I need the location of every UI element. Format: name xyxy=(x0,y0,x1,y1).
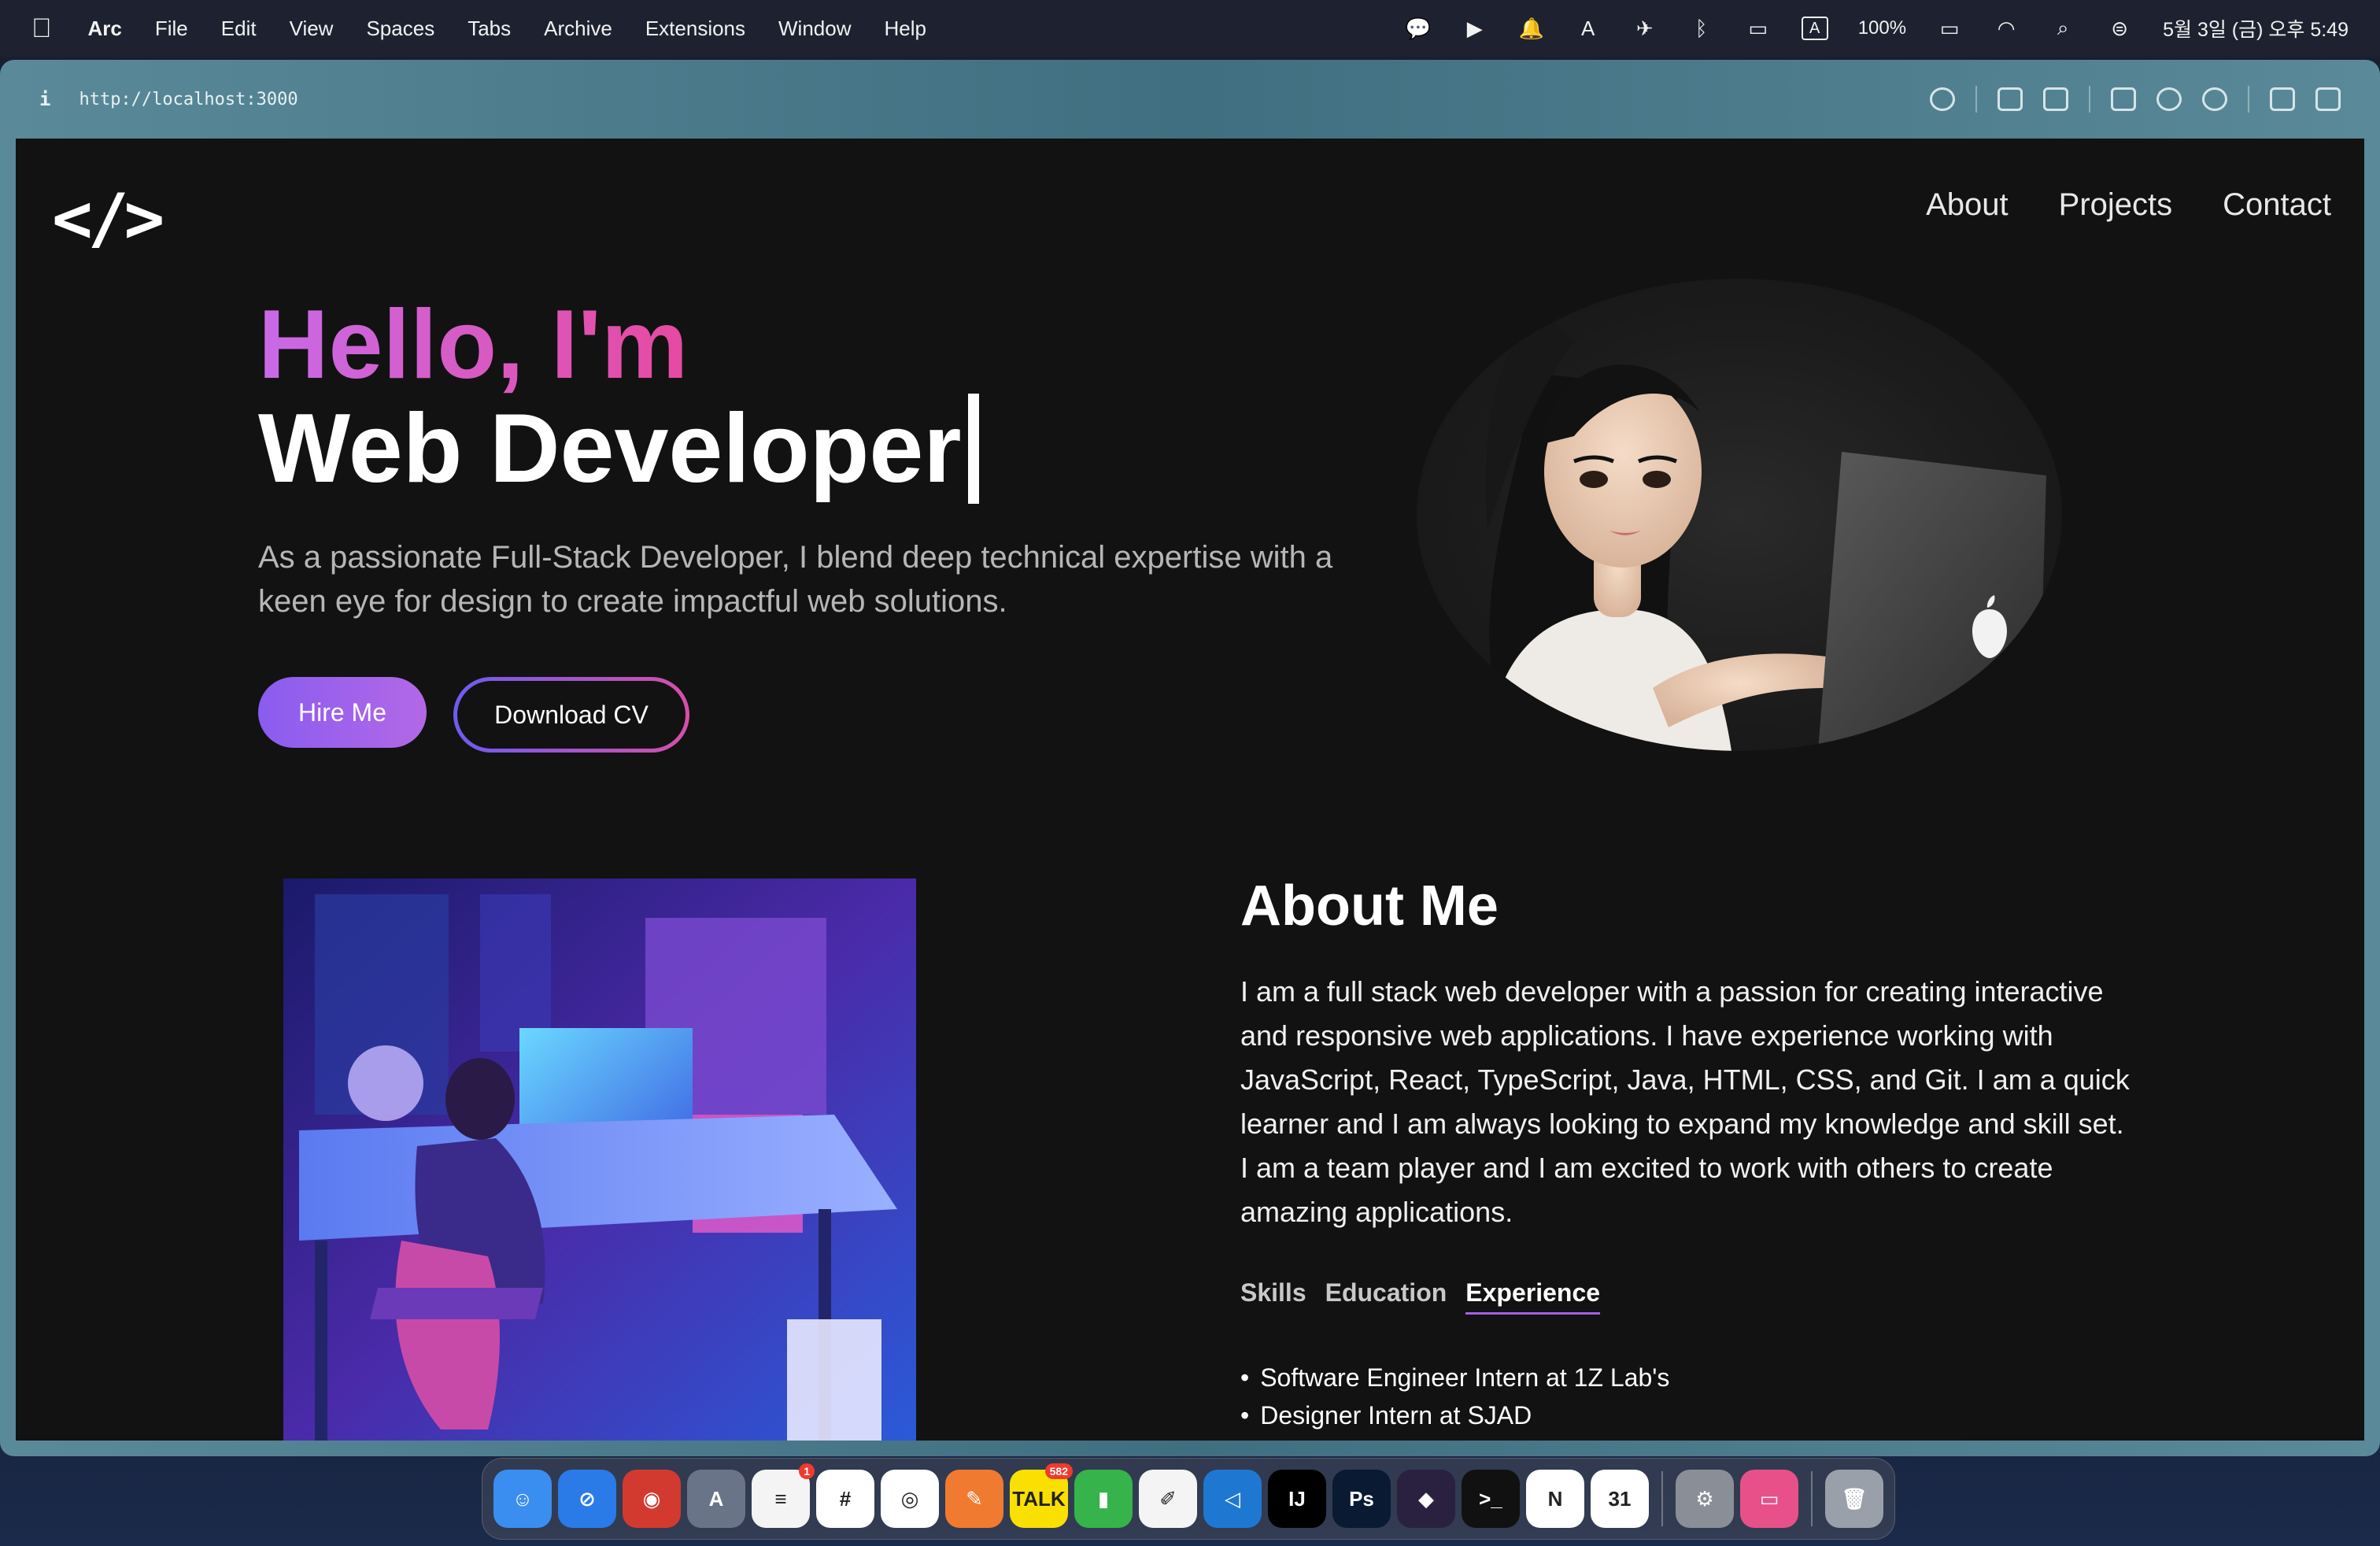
download-cv-label: Download CV xyxy=(457,681,686,749)
dock-divider xyxy=(1661,1471,1663,1526)
dock-badge: 582 xyxy=(1044,1463,1073,1479)
dock-safari-icon[interactable]: ⊘ xyxy=(558,1470,616,1528)
menu-window[interactable]: Window xyxy=(778,17,851,41)
split-view-icon[interactable] xyxy=(2315,87,2341,111)
control-center-icon[interactable]: ⊜ xyxy=(2106,17,2133,40)
nav-projects[interactable]: Projects xyxy=(2059,187,2173,223)
dock-freeform-icon[interactable]: ✐ xyxy=(1139,1470,1197,1528)
menu-app-name[interactable]: Arc xyxy=(88,17,122,41)
globe-icon[interactable] xyxy=(2156,87,2182,111)
tab-experience[interactable]: Experience xyxy=(1465,1278,1601,1315)
apple-menu-icon[interactable]:  xyxy=(31,13,52,44)
download-cv-button[interactable]: Download CV xyxy=(453,677,689,753)
developer-illustration xyxy=(283,878,916,1441)
web-page: </> About Projects Contact Hello, I'm We… xyxy=(16,139,2364,1441)
toolbar-divider xyxy=(2248,86,2249,113)
menu-extensions[interactable]: Extensions xyxy=(645,17,745,41)
spotlight-search-icon[interactable]: ⌕ xyxy=(2049,16,2076,40)
hero-avatar-image xyxy=(1417,279,2062,751)
experience-list: Software Engineer Intern at 1Z Lab's Des… xyxy=(1240,1359,2130,1434)
hire-me-button[interactable]: Hire Me xyxy=(258,677,427,748)
menu-help[interactable]: Help xyxy=(885,17,926,41)
toolbar-divider xyxy=(1975,86,1977,113)
url-bar[interactable]: i http://localhost:3000 xyxy=(16,60,2364,139)
dock-reminders-icon[interactable]: ≡ 1 xyxy=(752,1463,815,1528)
dock-system-settings-icon[interactable]: ⚙ xyxy=(1676,1470,1734,1528)
about-tabs: Skills Education Experience xyxy=(1240,1278,2130,1315)
nav-contact[interactable]: Contact xyxy=(2223,187,2331,223)
copy-link-icon[interactable] xyxy=(1930,87,1955,111)
font-status-icon[interactable]: A xyxy=(1575,17,1602,40)
menu-tabs[interactable]: Tabs xyxy=(468,17,511,41)
menu-spaces[interactable]: Spaces xyxy=(366,17,434,41)
dock-trash-icon[interactable]: 🗑 xyxy=(1825,1470,1883,1528)
dock-divider xyxy=(1811,1471,1813,1526)
screen-mirroring-icon[interactable]: ▭ xyxy=(1745,17,1772,40)
dock-slack-icon[interactable]: # xyxy=(816,1470,874,1528)
extensions-icon[interactable] xyxy=(2270,87,2295,111)
url-text[interactable]: http://localhost:3000 xyxy=(79,90,298,109)
menu-view[interactable]: View xyxy=(290,17,334,41)
dock-badge: 1 xyxy=(799,1463,815,1479)
about-image xyxy=(283,878,916,1441)
wifi-icon[interactable]: ◠ xyxy=(1993,17,2020,40)
menu-file[interactable]: File xyxy=(155,17,188,41)
camera-icon[interactable] xyxy=(2043,87,2068,111)
about-title: About Me xyxy=(1240,875,1499,938)
dock-intellij-icon[interactable]: IJ xyxy=(1268,1470,1326,1528)
play-status-icon[interactable]: ▶ xyxy=(1462,17,1488,40)
menu-edit[interactable]: Edit xyxy=(221,17,257,41)
dock-terminal-icon[interactable]: >_ xyxy=(1462,1470,1520,1528)
dock-chrome-icon[interactable]: ◎ xyxy=(881,1470,939,1528)
site-logo[interactable]: </> xyxy=(52,179,164,258)
nav-about[interactable]: About xyxy=(1926,187,2009,223)
hero-section: Hello, I'm Web Developer As a passionate… xyxy=(258,296,1360,753)
dock-photoshop-icon[interactable]: Ps xyxy=(1332,1470,1391,1528)
hero-role-text: Web Developer xyxy=(258,394,962,503)
browser-window: i http://localhost:3000 </> About Projec… xyxy=(0,60,2380,1456)
dock-calendar-icon[interactable]: 31 xyxy=(1591,1470,1649,1528)
dock-kakaotalk-icon[interactable]: TALK 582 xyxy=(1010,1463,1073,1528)
dock-photo-booth-icon[interactable]: ◉ xyxy=(623,1470,681,1528)
dock-finder-icon[interactable]: ☺ xyxy=(493,1470,552,1528)
menu-clock[interactable]: 5월 3일 (금) 오후 5:49 xyxy=(2163,14,2349,43)
about-section: About Me I am a full stack web developer… xyxy=(1240,871,2130,1434)
list-item: Designer Intern at SJAD xyxy=(1240,1396,2130,1434)
battery-percent[interactable]: 100% xyxy=(1858,17,1906,39)
dock-numbers-icon[interactable]: ▮ xyxy=(1074,1470,1133,1528)
toolbar-divider xyxy=(2089,86,2090,113)
dock-vscode-icon[interactable]: ◁ xyxy=(1203,1470,1262,1528)
tab-education[interactable]: Education xyxy=(1325,1278,1447,1315)
target-icon[interactable] xyxy=(2202,87,2227,111)
dock-notion-icon[interactable]: N xyxy=(1526,1470,1584,1528)
typing-cursor xyxy=(967,394,979,504)
avatar-illustration xyxy=(1485,310,2046,751)
capture-icon[interactable] xyxy=(1998,87,2023,111)
site-info-icon[interactable]: i xyxy=(39,88,50,110)
dock-obsidian-icon[interactable]: ◆ xyxy=(1397,1470,1455,1528)
notification-status-icon[interactable]: 🔔 xyxy=(1518,17,1545,40)
dock-instruments-icon[interactable]: A xyxy=(687,1470,745,1528)
hero-greeting: Hello, I'm xyxy=(258,290,689,399)
developer-console-icon[interactable] xyxy=(2111,87,2136,111)
about-bio: I am a full stack web developer with a p… xyxy=(1240,975,2130,1228)
list-item: Software Engineer Intern at 1Z Lab's xyxy=(1240,1359,2130,1396)
input-source-icon[interactable]: A xyxy=(1801,17,1828,40)
battery-icon[interactable]: ▭ xyxy=(1936,17,1963,40)
menu-bar:  Arc File Edit View Spaces Tabs Archive… xyxy=(0,0,2380,57)
tab-skills[interactable]: Skills xyxy=(1240,1278,1306,1315)
chat-status-icon[interactable]: 💬 xyxy=(1405,17,1432,40)
site-nav: About Projects Contact xyxy=(1926,187,2331,223)
bluetooth-icon[interactable]: ᛒ xyxy=(1688,17,1715,40)
dock: ☺ ⊘ ◉ A ≡ 1 # ◎ ✎ TALK 582 ▮ ✐ ◁ IJ Ps ◆ >_ N 31 ⚙ ▭ 🗑 xyxy=(482,1458,1895,1540)
hero-buttons: Hire Me Download CV xyxy=(258,677,1360,753)
dock-hidden-bar-icon[interactable]: ▭ xyxy=(1740,1470,1798,1528)
hero-intro: As a passionate Full-Stack Developer, I … xyxy=(258,540,1333,619)
menu-archive[interactable]: Archive xyxy=(544,17,612,41)
hero-role: Web Developer xyxy=(258,394,1360,504)
dock-pencil-icon[interactable]: ✎ xyxy=(945,1470,1003,1528)
mouse-status-icon[interactable]: ✈ xyxy=(1632,17,1658,40)
